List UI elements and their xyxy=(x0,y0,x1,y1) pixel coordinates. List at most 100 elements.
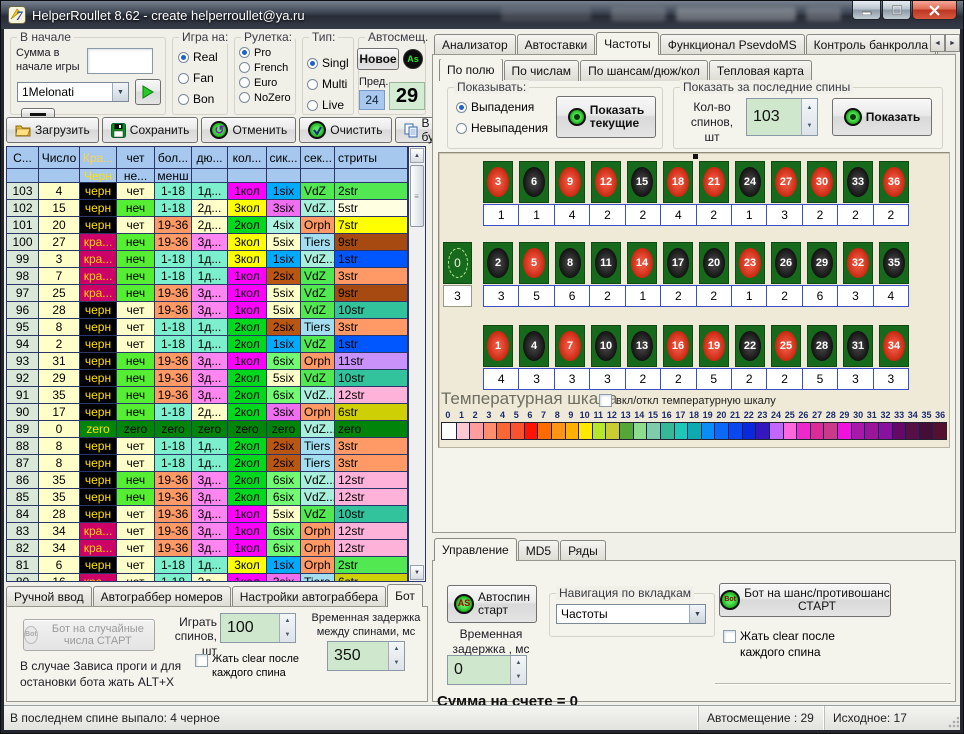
control-tab-1[interactable]: MD5 xyxy=(518,540,559,561)
delay-spinner[interactable]: 0 ▲▼ xyxy=(447,655,527,685)
maximize-button[interactable] xyxy=(882,1,911,20)
left-bottom-tab-1[interactable]: Автограббер номеров xyxy=(93,586,231,607)
field-count: 3 xyxy=(484,286,518,306)
main-tab-1[interactable]: Автоставки xyxy=(517,34,596,55)
radio-french[interactable]: French xyxy=(239,62,291,74)
table-row[interactable]: 890zerozerozerozerozerozeroVdZ...zero xyxy=(7,421,408,438)
table-row[interactable]: 10120чернчет19-362д...2кол4sixOrph7str xyxy=(7,217,408,234)
radio-bon[interactable]: Bon xyxy=(178,92,218,106)
as-icon[interactable]: As xyxy=(403,49,423,69)
table-cell: 6 xyxy=(39,557,80,574)
profile-combobox[interactable]: 1Melonati ▼ xyxy=(17,82,129,102)
spins-count-spinner[interactable]: 100 ▲▼ xyxy=(220,613,296,643)
main-tab-3[interactable]: Функционал PsevdoMS xyxy=(660,34,805,55)
table-cell: 6six xyxy=(267,472,301,489)
field-number-22: 22 xyxy=(735,325,765,367)
sub-tab-1[interactable]: По числам xyxy=(504,60,580,81)
tab-scroll-left-icon[interactable]: ◄ xyxy=(930,34,945,52)
show-current-button[interactable]: Показатьтекущие xyxy=(556,96,656,138)
left-bottom-tab-3[interactable]: Бот xyxy=(387,584,423,607)
sub-tab-2[interactable]: По шансам/дюж/кол xyxy=(580,60,708,81)
bot-chance-start-button[interactable]: Bot Бот на шанс/противошансСТАРТ xyxy=(719,583,891,617)
tab-scroll-right-icon[interactable]: ► xyxy=(945,34,960,52)
table-row[interactable]: 8334кра...чет19-363д...1кол6sixOrph12str xyxy=(7,523,408,540)
scrollbar-thumb[interactable]: ≡ xyxy=(410,165,424,227)
close-button[interactable] xyxy=(912,1,957,20)
radio-misses[interactable]: Невыпадения xyxy=(456,121,548,135)
table-row[interactable]: 8234кра...чет19-363д...1кол6sixOrph12str xyxy=(7,540,408,557)
radio-real[interactable]: Real xyxy=(178,50,218,64)
scroll-down-icon[interactable]: ▼ xyxy=(410,565,424,580)
left-bottom-tab-0[interactable]: Ручной ввод xyxy=(6,586,92,607)
radio-fan[interactable]: Fan xyxy=(178,71,218,85)
field-count: 4 xyxy=(554,205,589,225)
profile-combobox-value: 1Melonati xyxy=(18,84,112,100)
bot-random-start-button[interactable]: Bot Бот на случайные числа СТАРТ xyxy=(23,619,155,651)
radio-hits[interactable]: Выпадения xyxy=(456,100,548,114)
table-row[interactable]: 8016кра...чет1-182д...1кол3sixTiers6str xyxy=(7,574,408,581)
table-header-cell: Кра... xyxy=(80,147,117,169)
bot-clear-checkbox[interactable]: Жать clear послекаждого спина xyxy=(195,653,299,681)
table-cell: 97 xyxy=(7,285,39,302)
nav-combobox[interactable]: Частоты ▼ xyxy=(556,604,706,624)
field-number-33: 33 xyxy=(843,161,873,203)
temp-scale-label: 22 xyxy=(742,410,756,420)
spins-window-spinner[interactable]: 103 ▲▼ xyxy=(746,98,818,136)
spin-grid-body: 1034чернчет1-181д...1кол1sixVdZ2str10215… xyxy=(7,183,408,581)
table-row[interactable]: 1034чернчет1-181д...1кол1sixVdZ2str xyxy=(7,183,408,200)
table-row[interactable]: 993кра...неч1-181д...3кол1sixVdZ...1str xyxy=(7,251,408,268)
scroll-up-icon[interactable]: ▲ xyxy=(410,148,424,163)
clear-after-spin-checkbox[interactable]: Жать clear послекаждого спина xyxy=(723,629,835,660)
main-tab-4[interactable]: Контроль банкролла xyxy=(806,34,936,55)
table-scrollbar[interactable]: ▲ ≡ ▼ xyxy=(408,147,425,581)
field-count: 3 xyxy=(554,369,589,389)
temp-scale-checkbox[interactable]: вкл/откл температурную шкалу xyxy=(599,394,776,407)
table-row[interactable]: 9628чернчет19-363д...1кол5sixVdZ10str xyxy=(7,302,408,319)
resize-grip[interactable] xyxy=(947,717,959,729)
autospin-start-button[interactable]: AS Автоспинстарт xyxy=(447,585,537,623)
table-row[interactable]: 9135черннеч19-363д...2кол6sixVdZ...12str xyxy=(7,387,408,404)
table-row[interactable]: 878чернчет1-181д...2кол2sixTiers3str xyxy=(7,455,408,472)
load-button[interactable]: Загрузить xyxy=(6,117,99,143)
bot-delay-spinner[interactable]: 350 ▲▼ xyxy=(327,641,405,671)
control-tab-0[interactable]: Управление xyxy=(434,538,517,561)
table-row[interactable]: 9725кра...неч19-363д...1кол5sixVdZ9str xyxy=(7,285,408,302)
table-row[interactable]: 9331черннеч19-363д...1кол6sixOrph11str xyxy=(7,353,408,370)
table-row[interactable]: 8535черннеч19-363д...2кол6sixVdZ...12str xyxy=(7,489,408,506)
start-sum-input[interactable] xyxy=(87,48,153,74)
chevron-down-icon[interactable]: ▼ xyxy=(112,83,128,101)
main-tab-0[interactable]: Анализатор xyxy=(434,34,516,55)
radio-singl[interactable]: Singl xyxy=(307,56,349,70)
chevron-down-icon[interactable]: ▼ xyxy=(689,605,705,623)
play-button[interactable] xyxy=(135,79,161,105)
save-button[interactable]: Сохранить xyxy=(102,117,199,143)
table-row[interactable]: 10215черннеч1-182д...3кол3sixVdZ...5str xyxy=(7,200,408,217)
table-row[interactable]: 9017черннеч1-182д...2кол3sixOrph6str xyxy=(7,404,408,421)
minimize-button[interactable] xyxy=(852,1,881,20)
table-row[interactable]: 987кра...неч1-181д...1кол2sixVdZ3str xyxy=(7,268,408,285)
radio-nozero[interactable]: NoZero xyxy=(239,92,291,104)
clear-button[interactable]: Очистить xyxy=(299,117,391,143)
radio-live[interactable]: Live xyxy=(307,98,349,112)
left-bottom-tab-2[interactable]: Настройки автограббера xyxy=(232,586,386,607)
sub-tab-0[interactable]: По полю xyxy=(439,59,503,81)
field-count: 1 xyxy=(731,205,766,225)
table-row[interactable]: 8635черннеч19-363д...2кол6sixVdZ...12str xyxy=(7,472,408,489)
table-row[interactable]: 9229черннеч19-363д...2кол5sixVdZ10str xyxy=(7,370,408,387)
show-button[interactable]: Показать xyxy=(832,98,932,136)
new-autoshift-button[interactable]: Новое xyxy=(357,48,399,70)
table-row[interactable]: 816чернчет1-181д...3кол1sixOrph2str xyxy=(7,557,408,574)
field-number-11: 11 xyxy=(591,242,621,284)
table-row[interactable]: 958чернчет1-181д...2кол2sixTiers3str xyxy=(7,319,408,336)
radio-euro[interactable]: Euro xyxy=(239,77,291,89)
radio-pro[interactable]: Pro xyxy=(239,47,291,59)
control-tab-2[interactable]: Ряды xyxy=(560,540,606,561)
radio-multi[interactable]: Multi xyxy=(307,77,349,91)
table-row[interactable]: 942чернчет1-181д...2кол1sixVdZ1str xyxy=(7,336,408,353)
undo-button[interactable]: ↺ Отменить xyxy=(201,117,296,143)
table-row[interactable]: 888чернчет1-181д...2кол2sixTiers3str xyxy=(7,438,408,455)
sub-tab-3[interactable]: Тепловая карта xyxy=(709,60,812,81)
main-tab-2[interactable]: Частоты xyxy=(596,32,659,55)
table-row[interactable]: 8428чернчет19-363д...1кол5sixVdZ10str xyxy=(7,506,408,523)
table-row[interactable]: 10027кра...неч19-363д...3кол5sixTiers9st… xyxy=(7,234,408,251)
